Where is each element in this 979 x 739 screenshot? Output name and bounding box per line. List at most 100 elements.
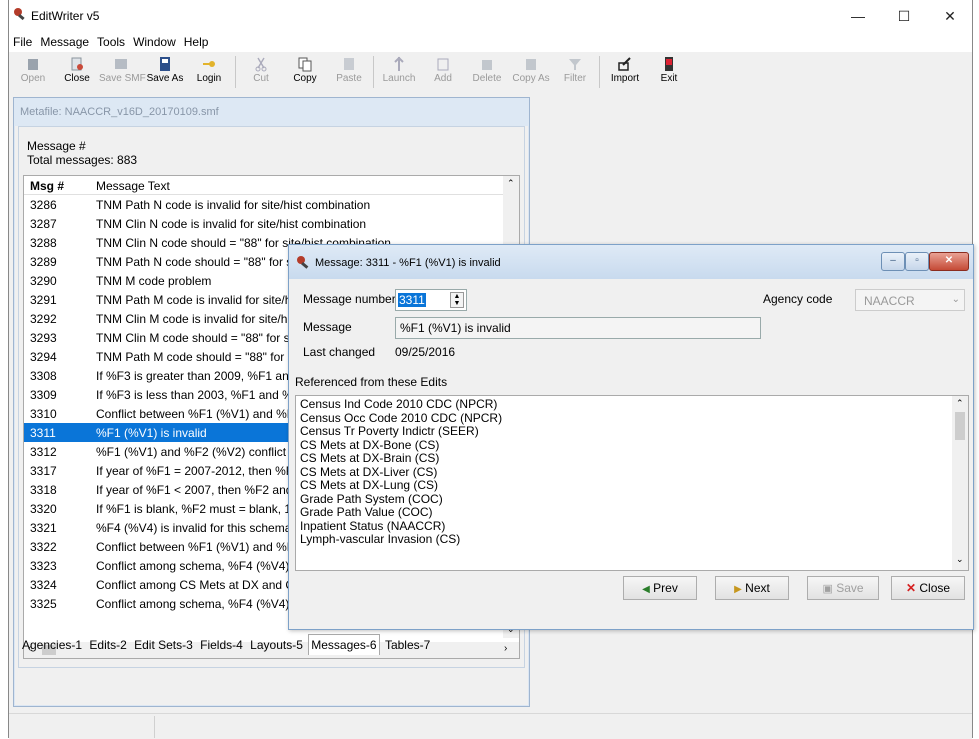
tab-messages[interactable]: Messages-6 xyxy=(308,634,380,655)
metafile-tabs: Agencies-1 Edits-2 Edit Sets-3 Fields-4 … xyxy=(20,634,432,655)
toolbar-divider xyxy=(235,56,236,88)
menu-file[interactable]: File xyxy=(9,32,36,49)
column-msg-number[interactable]: Msg # xyxy=(30,179,64,193)
add-icon xyxy=(437,58,449,71)
menu-window[interactable]: Window xyxy=(129,32,180,49)
launch-button[interactable]: Launch xyxy=(377,54,421,90)
list-item[interactable]: CS Mets at DX-Liver (CS) xyxy=(296,465,968,480)
close-label: Close xyxy=(919,581,951,595)
save-as-button[interactable]: Save As xyxy=(143,54,187,90)
list-item[interactable]: Inpatient Status (NAACCR) xyxy=(296,519,968,534)
import-button[interactable]: Import xyxy=(603,54,647,90)
message-text-field[interactable]: %F1 (%V1) is invalid xyxy=(395,317,761,339)
message-label: Message xyxy=(303,320,352,334)
row-msg-number: 3308 xyxy=(30,369,57,383)
row-message-text: %F1 (%V1) is invalid xyxy=(96,426,207,440)
next-label: Next xyxy=(745,581,770,595)
last-changed-value: 09/25/2016 xyxy=(395,345,456,359)
filter-label: Filter xyxy=(563,73,587,84)
list-item[interactable]: Census Ind Code 2010 CDC (NPCR) xyxy=(296,397,968,412)
row-msg-number: 3294 xyxy=(30,350,57,364)
save-disk-icon: ▣ xyxy=(822,583,833,595)
close-file-icon xyxy=(71,57,83,71)
list-item[interactable]: CS Mets at DX-Lung (CS) xyxy=(296,478,968,493)
agency-code-label: Agency code xyxy=(763,292,833,306)
login-button[interactable]: Login xyxy=(187,54,231,90)
copy-as-icon xyxy=(526,59,536,70)
add-label: Add xyxy=(434,73,452,84)
table-row[interactable]: 3286 TNM Path N code is invalid for site/… xyxy=(24,195,519,214)
refs-vscrollbar[interactable]: ⌃ ⌄ xyxy=(952,396,968,570)
dialog-close-x-button[interactable]: ✕ xyxy=(929,252,969,271)
paste-button[interactable]: Paste xyxy=(327,54,371,90)
scroll-up-icon[interactable]: ⌃ xyxy=(956,398,964,409)
maximize-button[interactable]: ☐ xyxy=(881,0,927,32)
row-msg-number: 3287 xyxy=(30,217,57,231)
menu-help[interactable]: Help xyxy=(180,32,213,49)
row-msg-number: 3310 xyxy=(30,407,57,421)
exit-button[interactable]: Exit xyxy=(647,54,691,90)
list-item[interactable]: Census Occ Code 2010 CDC (NPCR) xyxy=(296,411,968,426)
scroll-up-icon[interactable]: ⌃ xyxy=(507,178,515,189)
delete-button[interactable]: Delete xyxy=(465,54,509,90)
list-item[interactable]: CS Mets at DX-Bone (CS) xyxy=(296,438,968,453)
add-button[interactable]: Add xyxy=(421,54,465,90)
tab-agencies[interactable]: Agencies-1 xyxy=(20,635,84,655)
tab-edit-sets[interactable]: Edit Sets-3 xyxy=(132,635,195,655)
tab-tables[interactable]: Tables-7 xyxy=(383,635,432,655)
prev-button[interactable]: ◀ Prev xyxy=(623,576,697,600)
dropdown-arrow-icon[interactable]: ⌄ xyxy=(952,294,960,305)
list-item[interactable]: Grade Path Value (COC) xyxy=(296,505,968,520)
menu-message[interactable]: Message xyxy=(36,32,93,49)
tab-edits[interactable]: Edits-2 xyxy=(87,635,128,655)
referenced-edits-list[interactable]: Census Ind Code 2010 CDC (NPCR) Census Oc… xyxy=(295,395,969,571)
refs-scroll-thumb[interactable] xyxy=(955,412,965,440)
copy-button[interactable]: Copy xyxy=(283,54,327,90)
scroll-right-icon[interactable]: › xyxy=(504,643,507,654)
open-button[interactable]: Open xyxy=(11,54,55,90)
total-messages-label: Total messages: 883 xyxy=(27,153,138,167)
tab-fields[interactable]: Fields-4 xyxy=(198,635,245,655)
row-msg-number: 3288 xyxy=(30,236,57,250)
list-item[interactable]: Lymph-vascular Invasion (CS) xyxy=(296,532,968,547)
next-button[interactable]: ▶ Next xyxy=(715,576,789,600)
cut-button[interactable]: Cut xyxy=(239,54,283,90)
row-msg-number: 3325 xyxy=(30,597,57,611)
filter-button[interactable]: Filter xyxy=(553,54,597,90)
status-bar xyxy=(9,713,972,739)
agency-code-value: NAACCR xyxy=(864,294,915,308)
save-label: Save xyxy=(836,581,864,595)
row-message-text: TNM Clin N code is invalid for site/hist… xyxy=(96,217,367,231)
list-item[interactable]: Grade Path System (COC) xyxy=(296,492,968,507)
toolbar-divider xyxy=(599,56,600,88)
dialog-caption: Message: 3311 - %F1 (%V1) is invalid – ▫… xyxy=(289,245,973,279)
scroll-down-icon[interactable]: ⌄ xyxy=(956,554,964,565)
table-row[interactable]: 3287 TNM Clin N code is invalid for site/… xyxy=(24,214,519,233)
column-message-text[interactable]: Message Text xyxy=(96,179,170,193)
list-item[interactable]: Census Tr Poverty Indictr (SEER) xyxy=(296,424,968,439)
spin-updown-icon[interactable]: ▲ ▼ xyxy=(450,292,464,308)
delete-label: Delete xyxy=(472,73,502,84)
scissors-icon xyxy=(255,57,267,72)
menu-tools[interactable]: Tools xyxy=(93,32,129,49)
close-dialog-button[interactable]: ✕ Close xyxy=(891,576,965,600)
save-smf-button[interactable]: Save SMF xyxy=(99,54,146,90)
message-text-value: %F1 (%V1) is invalid xyxy=(400,321,511,335)
minimize-button[interactable]: — xyxy=(835,0,881,32)
close-file-button[interactable]: Close xyxy=(55,54,99,90)
save-button[interactable]: ▣ Save xyxy=(807,576,879,600)
row-msg-number: 3293 xyxy=(30,331,57,345)
message-number-stepper[interactable]: 3311 ▲ ▼ xyxy=(395,289,467,311)
message-number-value[interactable]: 3311 xyxy=(398,293,426,307)
metafile-caption: Metafile: NAACCR_v16D_20170109.smf xyxy=(14,98,529,126)
import-icon xyxy=(618,57,631,71)
status-divider xyxy=(154,716,155,738)
row-msg-number: 3320 xyxy=(30,502,57,516)
copy-as-button[interactable]: Copy As xyxy=(509,54,553,90)
tab-layouts[interactable]: Layouts-5 xyxy=(248,635,305,655)
agency-code-select[interactable]: NAACCR ⌄ xyxy=(855,289,965,311)
dialog-minimize-button[interactable]: – xyxy=(881,252,905,271)
dialog-restore-button[interactable]: ▫ xyxy=(905,252,929,271)
list-item[interactable]: CS Mets at DX-Brain (CS) xyxy=(296,451,968,466)
close-window-button[interactable]: ✕ xyxy=(927,0,973,32)
